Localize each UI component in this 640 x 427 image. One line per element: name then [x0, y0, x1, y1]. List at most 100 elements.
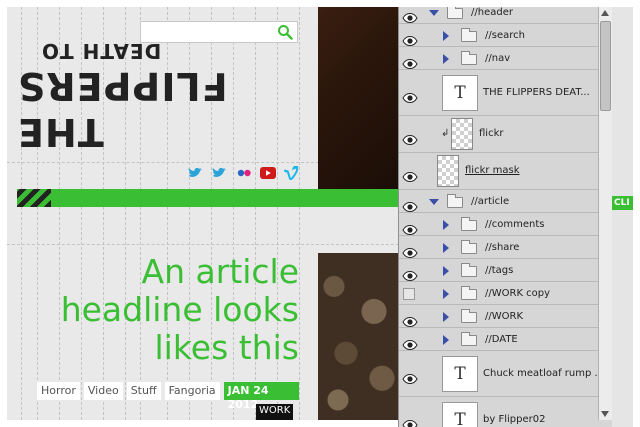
layer-name: //nav [485, 53, 511, 64]
layer-name: //WORK copy [485, 288, 551, 299]
eye-icon[interactable] [402, 415, 418, 427]
flickr-icon[interactable] [235, 166, 253, 180]
text-layer-icon: T [442, 75, 478, 111]
eye-icon[interactable] [402, 167, 418, 182]
tag-link[interactable]: Video [83, 382, 123, 400]
youtube-icon[interactable] [259, 166, 277, 180]
headline-line-1: An article [141, 252, 300, 291]
folder-icon [447, 7, 463, 19]
folder-icon [461, 332, 477, 346]
text-layer-icon: T [442, 402, 478, 427]
layer-name: //WORK [485, 311, 524, 322]
tag-list: Horror Video Stuff Fangoria JAN 24 2012 [37, 382, 299, 411]
scroll-up-arrow[interactable] [601, 10, 609, 16]
layer-row[interactable]: //share [399, 236, 609, 259]
expand-triangle-icon[interactable] [443, 312, 449, 322]
tag-link[interactable]: Stuff [126, 382, 161, 400]
eye-icon[interactable] [402, 335, 418, 350]
side-badge: CLI [612, 196, 633, 210]
layer-row[interactable]: //WORK [399, 305, 609, 328]
search-icon[interactable] [277, 24, 293, 40]
clipping-arrow-icon: ↲ [441, 128, 450, 139]
layer-name: //tags [485, 265, 514, 276]
folder-icon [461, 217, 477, 231]
layer-name: //DATE [485, 334, 518, 345]
layer-row[interactable]: //comments [399, 213, 609, 236]
layer-row[interactable]: flickr mask [399, 153, 609, 190]
layer-row[interactable]: //article [399, 190, 609, 213]
header-photo [318, 7, 398, 189]
folder-icon [461, 51, 477, 65]
eye-icon[interactable] [402, 220, 418, 235]
expand-triangle-icon[interactable] [443, 31, 449, 41]
stripe-decoration [17, 189, 51, 207]
social-links [187, 165, 301, 181]
scroll-thumb[interactable] [600, 21, 611, 111]
expand-triangle-icon[interactable] [443, 289, 449, 299]
layer-thumbnail [451, 118, 473, 150]
expand-triangle-icon[interactable] [443, 266, 449, 276]
twitter-icon[interactable] [187, 166, 205, 180]
layer-name: //search [485, 30, 525, 41]
vimeo-icon[interactable] [283, 166, 301, 180]
eye-icon[interactable] [402, 197, 418, 212]
folder-icon [461, 240, 477, 254]
layer-row[interactable]: //DATE [399, 328, 609, 351]
logo-line-2: THE FLIPPERS [17, 64, 228, 154]
layer-row[interactable]: T Chuck meatloaf rump ... [399, 351, 609, 397]
tag-link[interactable]: Horror [37, 382, 80, 400]
eye-icon[interactable] [402, 312, 418, 327]
folder-icon [461, 28, 477, 42]
layer-thumbnail [437, 155, 459, 187]
eye-icon[interactable] [402, 130, 418, 145]
folder-icon [461, 286, 477, 300]
scroll-down-arrow[interactable] [601, 411, 609, 417]
collapse-triangle-icon[interactable] [429, 10, 439, 16]
twitter-icon[interactable] [211, 166, 229, 180]
tag-link[interactable]: Fangoria [164, 382, 220, 400]
article-headline: An article headline looks likes this [37, 253, 299, 367]
site-logo: THE FLIPPERS DEATH TO [17, 39, 299, 155]
eye-icon[interactable] [402, 31, 418, 46]
visibility-toggle[interactable] [403, 287, 415, 300]
eye-icon[interactable] [402, 88, 418, 104]
layer-name: Chuck meatloaf rump ... [483, 368, 605, 379]
layer-name: flickr mask [465, 165, 520, 176]
layer-name: //article [471, 196, 510, 207]
text-layer-icon: T [442, 356, 478, 392]
headline-line-3: likes this [154, 328, 299, 367]
layer-name: //share [485, 242, 520, 253]
layers-panel[interactable]: //header //search //nav T THE FLIPPERS DEAT.… [398, 7, 619, 427]
layer-name: //header [471, 7, 513, 18]
expand-triangle-icon[interactable] [443, 220, 449, 230]
logo-line-1: DEATH TO [41, 39, 162, 63]
guide-line [299, 7, 300, 420]
layer-row[interactable]: Tby Flipper02 [399, 397, 609, 427]
layer-row[interactable]: ↲ flickr [399, 116, 609, 153]
eye-icon[interactable] [402, 369, 418, 385]
layer-row[interactable]: //WORK copy [399, 282, 609, 305]
layer-name: THE FLIPPERS DEAT... [483, 87, 590, 98]
work-label: WORK [256, 404, 294, 420]
layers-scrollbar[interactable] [598, 7, 612, 420]
layer-row[interactable]: //search [399, 24, 609, 47]
layer-row[interactable]: //tags [399, 259, 609, 282]
layer-row[interactable]: T THE FLIPPERS DEAT... [399, 70, 609, 116]
eye-icon[interactable] [402, 243, 418, 258]
article-photo [318, 253, 398, 420]
eye-icon[interactable] [402, 8, 418, 23]
layer-row[interactable]: //header [399, 7, 609, 24]
expand-triangle-icon[interactable] [443, 54, 449, 64]
folder-icon [447, 194, 463, 208]
layer-row[interactable]: //nav [399, 47, 609, 70]
collapse-triangle-icon[interactable] [429, 199, 439, 205]
eye-icon[interactable] [402, 266, 418, 281]
date-badge: JAN 24 2012 [223, 382, 299, 411]
eye-icon[interactable] [402, 54, 418, 69]
folder-icon [461, 309, 477, 323]
folder-icon [461, 263, 477, 277]
expand-triangle-icon[interactable] [443, 243, 449, 253]
layer-name: //comments [485, 219, 545, 230]
layer-name: by Flipper02 [483, 414, 546, 425]
expand-triangle-icon[interactable] [443, 335, 449, 345]
